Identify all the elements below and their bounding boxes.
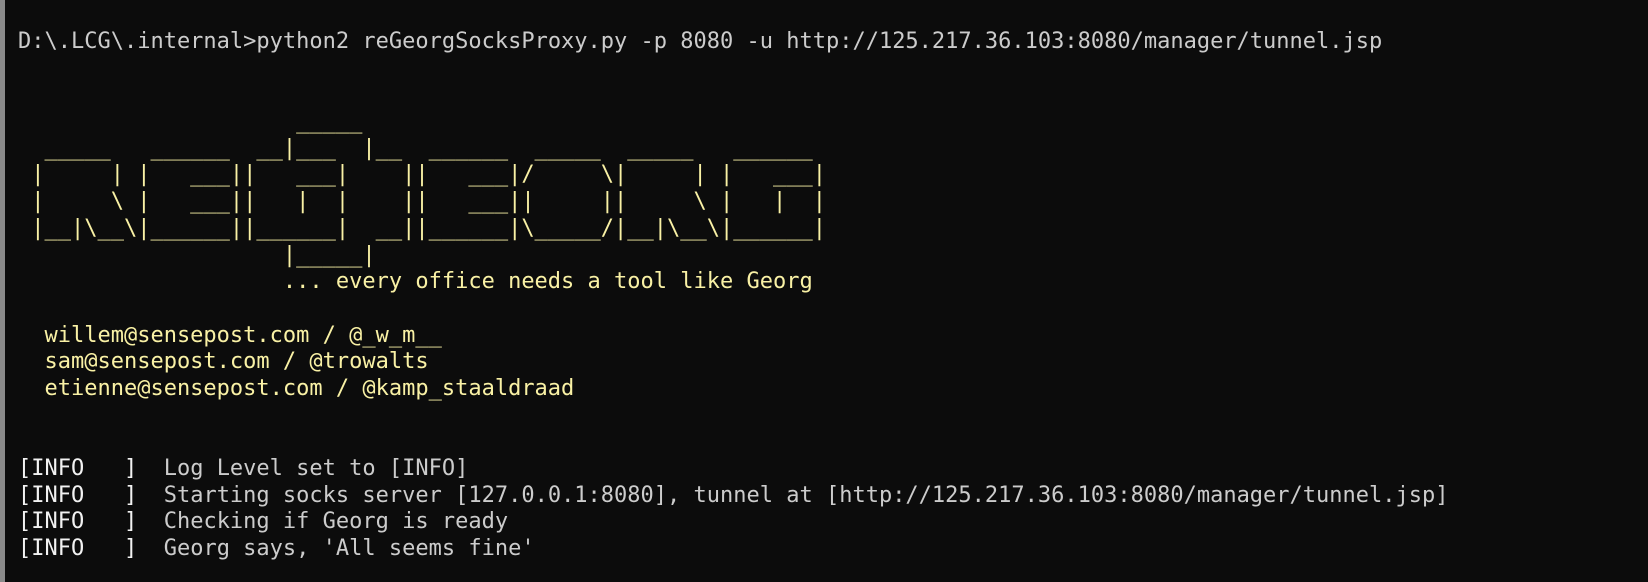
command: python2 reGeorgSocksProxy.py -p 8080 -u … xyxy=(256,29,1383,54)
prompt: D:\.LCG\.internal> xyxy=(18,29,257,54)
log-level: [INFO ] xyxy=(18,482,138,508)
banner-line: |__|\__\|______||______| __||______|\___… xyxy=(18,215,826,241)
log-line: [INFO ] Georg says, 'All seems fine' xyxy=(18,536,1449,563)
command-line: D:\.LCG\.internal>python2 reGeorgSocksPr… xyxy=(18,29,1449,56)
banner-line: _____ ______ __|___ |__ ______ _____ ___… xyxy=(18,135,813,161)
banner-line: |_____| xyxy=(18,242,376,268)
credit-line: etienne@sensepost.com / @kamp_staaldraad xyxy=(18,375,575,401)
banner-line: | \ | ___|| | | || ___|| || \ | | | xyxy=(18,189,826,215)
banner-line: _____ xyxy=(18,109,363,135)
log-line: [INFO ] Log Level set to [INFO] xyxy=(18,456,1449,483)
log-level: [INFO ] xyxy=(18,456,138,481)
banner-line: | | | ___|| ___| || ___|/ \| | | ___| xyxy=(18,162,826,188)
log-level: [INFO ] xyxy=(18,509,138,535)
terminal-output[interactable]: D:\.LCG\.internal>python2 reGeorgSocksPr… xyxy=(18,29,1449,563)
banner-tagline: ... every office needs a tool like Georg xyxy=(18,269,813,295)
window-left-edge xyxy=(0,0,5,582)
log-level: [INFO ] xyxy=(18,536,138,562)
log-line: [INFO ] Checking if Georg is ready xyxy=(18,509,1449,536)
credit-line: willem@sensepost.com / @_w_m__ xyxy=(18,322,442,348)
log-message: Log Level set to [INFO] xyxy=(137,456,469,481)
log-message: Starting socks server [127.0.0.1:8080], … xyxy=(137,482,1449,508)
log-message: Georg says, 'All seems fine' xyxy=(137,536,535,562)
log-line: [INFO ] Starting socks server [127.0.0.1… xyxy=(18,483,1449,510)
log-message: Checking if Georg is ready xyxy=(137,509,509,535)
credit-line: sam@sensepost.com / @trowalts xyxy=(18,349,429,375)
